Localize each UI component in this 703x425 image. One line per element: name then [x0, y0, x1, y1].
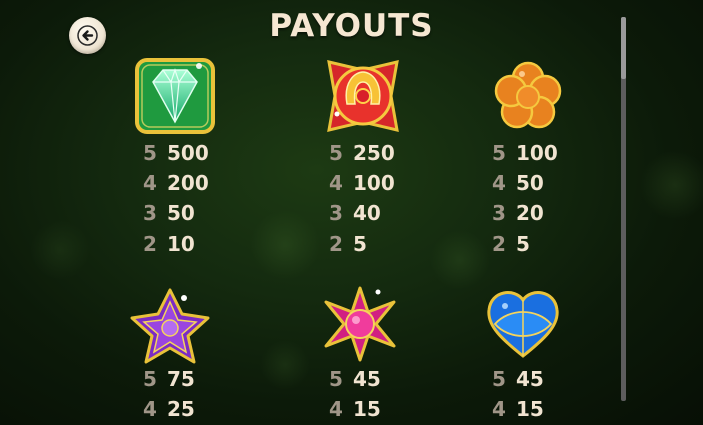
match-count: 3	[143, 201, 157, 225]
payout-value: 100	[516, 141, 558, 165]
payout-value: 500	[167, 141, 209, 165]
match-count: 5	[329, 141, 343, 165]
payout-row: 4 100	[329, 172, 395, 194]
red-horseshoe-gem-icon	[321, 56, 405, 140]
payout-row: 25	[492, 233, 530, 255]
payout-value: 15	[516, 397, 544, 421]
payout-value: 40	[353, 201, 381, 225]
payout-row: 4 15	[329, 398, 381, 420]
payout-value: 5	[353, 232, 367, 256]
payout-value: 250	[353, 141, 395, 165]
payout-row: 5 250	[329, 142, 395, 164]
purple-star-gem-icon	[128, 284, 212, 368]
match-count: 3	[329, 201, 343, 225]
pink-star-gem-icon	[318, 284, 402, 368]
payout-value: 200	[167, 171, 209, 195]
payout-value: 100	[353, 171, 395, 195]
background-bokeh	[260, 340, 310, 390]
blue-heart-gem-icon	[481, 284, 565, 368]
match-count: 2	[492, 232, 506, 256]
match-count: 5	[143, 367, 157, 391]
match-count: 4	[329, 171, 343, 195]
payout-row: 4 200	[143, 172, 209, 194]
payout-value: 45	[516, 367, 544, 391]
match-count: 5	[143, 141, 157, 165]
payout-row: 5 75	[143, 368, 195, 390]
payout-value: 20	[516, 201, 544, 225]
payout-value: 5	[516, 232, 530, 256]
payout-row: 3 20	[492, 202, 544, 224]
background-bokeh	[640, 150, 703, 220]
payout-row: 2 10	[143, 233, 195, 255]
green-diamond-gem-icon	[133, 56, 217, 140]
orange-flower-gem-icon	[486, 56, 570, 140]
background-bokeh	[250, 210, 320, 280]
payout-row: 5 45	[329, 368, 381, 390]
payout-value: 15	[353, 397, 381, 421]
match-count: 3	[492, 201, 506, 225]
payout-value: 75	[167, 367, 195, 391]
payout-value: 50	[167, 201, 195, 225]
background-bokeh	[30, 220, 90, 280]
match-count: 4	[492, 171, 506, 195]
match-count: 4	[492, 397, 506, 421]
payout-value: 10	[167, 232, 195, 256]
payout-row: 4 25	[143, 398, 195, 420]
payout-row: 3 50	[143, 202, 195, 224]
scrollbar[interactable]	[621, 17, 626, 401]
match-count: 5	[492, 367, 506, 391]
background-bokeh	[430, 230, 490, 290]
payout-value: 45	[353, 367, 381, 391]
scrollbar-thumb[interactable]	[621, 17, 626, 79]
page-title: PAYOUTS	[269, 8, 434, 44]
payout-row: 3 40	[329, 202, 381, 224]
match-count: 4	[143, 171, 157, 195]
payout-row: 4 50	[492, 172, 544, 194]
payout-row: 5 500	[143, 142, 209, 164]
match-count: 2	[329, 232, 343, 256]
match-count: 5	[492, 141, 506, 165]
payout-row: 5 100	[492, 142, 558, 164]
payout-value: 25	[167, 397, 195, 421]
match-count: 4	[143, 397, 157, 421]
match-count: 4	[329, 397, 343, 421]
payout-row: 5 45	[492, 368, 544, 390]
payout-value: 50	[516, 171, 544, 195]
payout-row: 4 15	[492, 398, 544, 420]
match-count: 2	[143, 232, 157, 256]
match-count: 5	[329, 367, 343, 391]
payout-row: 25	[329, 233, 367, 255]
